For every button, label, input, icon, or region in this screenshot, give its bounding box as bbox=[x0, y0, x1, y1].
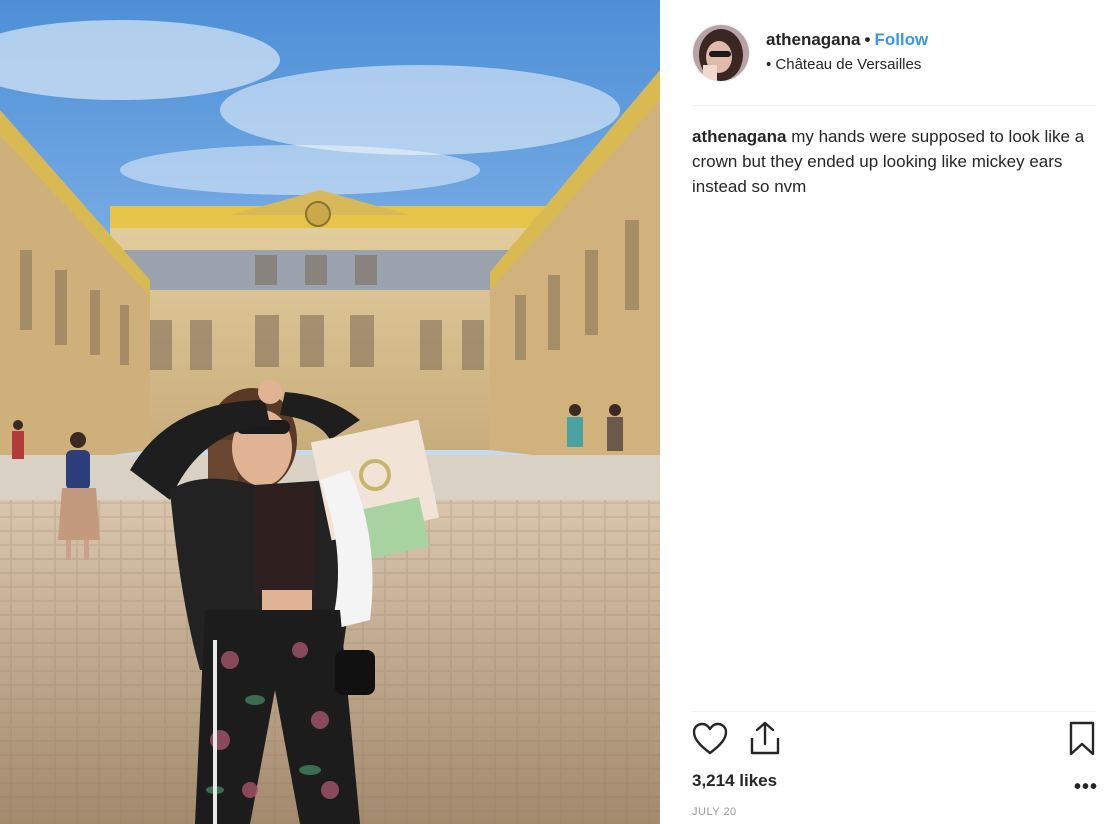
username-link[interactable]: athenagana bbox=[766, 30, 860, 49]
post-date[interactable]: JULY 20 bbox=[692, 806, 737, 818]
avatar-photo-image bbox=[693, 25, 749, 81]
likes-count[interactable]: 3,214 likes bbox=[692, 771, 777, 791]
follow-button[interactable]: Follow bbox=[874, 30, 928, 49]
separator-dot: • bbox=[864, 30, 871, 49]
header-divider bbox=[692, 105, 1096, 106]
more-options-icon[interactable]: ••• bbox=[1074, 776, 1098, 799]
caption-username-link[interactable]: athenagana bbox=[692, 127, 786, 146]
heart-icon[interactable] bbox=[692, 722, 728, 761]
bookmark-icon[interactable] bbox=[1068, 721, 1096, 762]
post-side-panel: athenagana • Follow • Château de Versaille… bbox=[660, 0, 1120, 824]
header-username-row: athenagana • Follow bbox=[766, 30, 928, 50]
avatar[interactable] bbox=[692, 24, 750, 82]
header-text: athenagana • Follow • Château de Versaille… bbox=[766, 30, 928, 73]
photo-versailles-image bbox=[0, 0, 660, 824]
post-caption: athenagana my hands were supposed to loo… bbox=[692, 124, 1102, 199]
post-actions-bar bbox=[692, 720, 1096, 762]
share-upload-icon[interactable] bbox=[748, 720, 782, 761]
actions-divider bbox=[692, 711, 1096, 712]
post-photo[interactable] bbox=[0, 0, 660, 824]
instagram-post: athenagana • Follow • Château de Versaille… bbox=[0, 0, 1120, 824]
post-header: athenagana • Follow • Château de Versaille… bbox=[692, 24, 1100, 88]
location-link[interactable]: • Château de Versailles bbox=[766, 56, 928, 73]
